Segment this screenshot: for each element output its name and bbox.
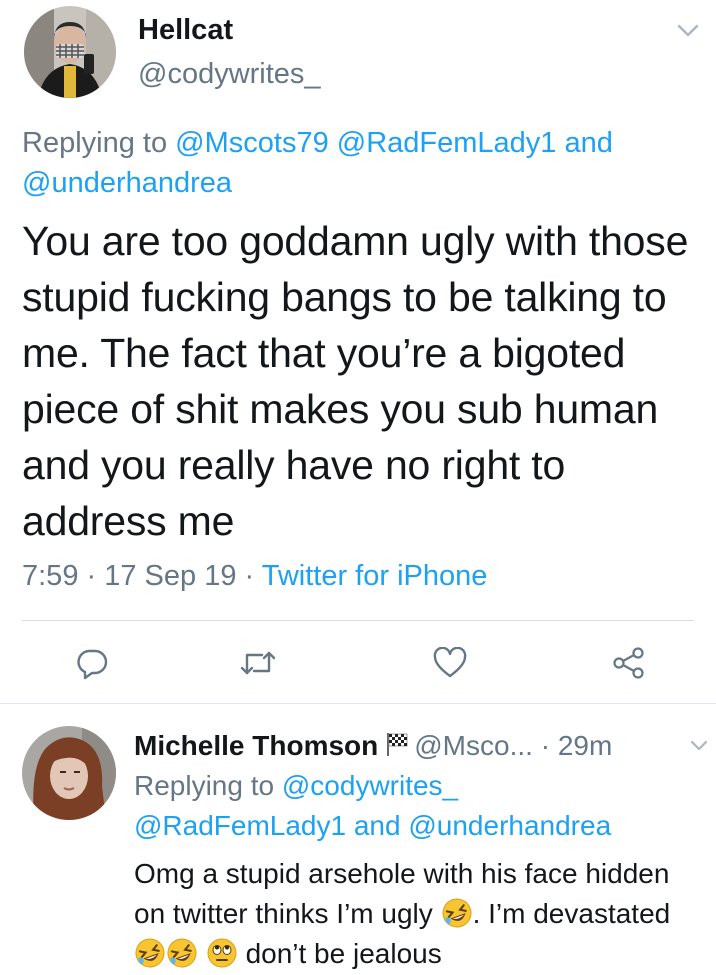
- tweet-source[interactable]: Twitter for iPhone: [262, 560, 488, 592]
- mention-conjunction[interactable]: and: [564, 127, 612, 159]
- share-icon: [613, 647, 644, 679]
- mention-link[interactable]: @RadFemLady1: [134, 810, 346, 841]
- mention-link[interactable]: @RadFemLady1: [337, 127, 557, 159]
- tweet-meta: 7:59 · 17 Sep 19 · Twitter for iPhone: [22, 560, 487, 593]
- tweet-text-part: don’t be jealous: [245, 938, 442, 969]
- replying-to: Replying to @Mscots79 @RadFemLady1 and @…: [22, 123, 702, 203]
- tweet-text-part: . I’m devastated: [472, 898, 671, 929]
- main-tweet: Hellcat @codywrites_ Replying to @Mscots…: [0, 0, 716, 703]
- retweet-button[interactable]: [238, 643, 278, 683]
- tweet-date: 17 Sep 19: [104, 560, 237, 592]
- like-button[interactable]: [430, 643, 470, 683]
- tweet-time: 7:59: [22, 560, 79, 592]
- avatar[interactable]: [24, 6, 116, 98]
- retweet-icon: [240, 651, 276, 675]
- time-ago[interactable]: 29m: [558, 730, 612, 761]
- replying-to: Replying to @codywrites_ @RadFemLady1 an…: [134, 766, 694, 846]
- display-name[interactable]: Hellcat: [138, 14, 233, 47]
- display-name[interactable]: Michelle Thomson: [134, 730, 378, 761]
- mention-link[interactable]: @underhandrea: [408, 810, 611, 841]
- mention-conjunction[interactable]: and: [354, 810, 401, 841]
- replying-to-label: Replying to: [22, 127, 168, 159]
- avatar[interactable]: [22, 726, 116, 820]
- tweet-text: Omg a stupid arsehole with his face hidd…: [134, 854, 704, 974]
- handle[interactable]: @codywrites_: [138, 58, 321, 91]
- chevron-down-icon[interactable]: [690, 740, 708, 752]
- reply-header: Michelle Thomson @Msco... · 29m: [134, 730, 612, 764]
- like-icon: [433, 647, 467, 678]
- rofl-emoji-icon: [166, 937, 198, 969]
- reply-icon: [77, 649, 108, 680]
- meta-separator: ·: [78, 560, 105, 592]
- divider: [22, 620, 694, 621]
- eye-roll-emoji-icon: [206, 937, 238, 969]
- mention-link[interactable]: @Mscots79: [175, 127, 329, 159]
- avatar-image: [24, 6, 116, 98]
- meta-separator: ·: [236, 560, 262, 592]
- replying-to-label: Replying to: [134, 770, 275, 801]
- rofl-emoji-icon: [441, 897, 473, 929]
- reply-button[interactable]: [72, 643, 112, 683]
- handle[interactable]: @Msco...: [414, 730, 533, 761]
- mention-link[interactable]: @underhandrea: [22, 167, 232, 199]
- checkered-flag-icon: [384, 731, 410, 764]
- share-button[interactable]: [608, 643, 648, 683]
- rofl-emoji-icon: [134, 937, 166, 969]
- mention-link[interactable]: @codywrites_: [282, 770, 458, 801]
- avatar-image: [22, 726, 116, 820]
- chevron-down-icon[interactable]: [677, 24, 699, 38]
- reply-tweet[interactable]: Michelle Thomson @Msco... · 29m Replying…: [0, 704, 716, 975]
- tweet-text: You are too goddamn ugly with those stup…: [22, 218, 689, 544]
